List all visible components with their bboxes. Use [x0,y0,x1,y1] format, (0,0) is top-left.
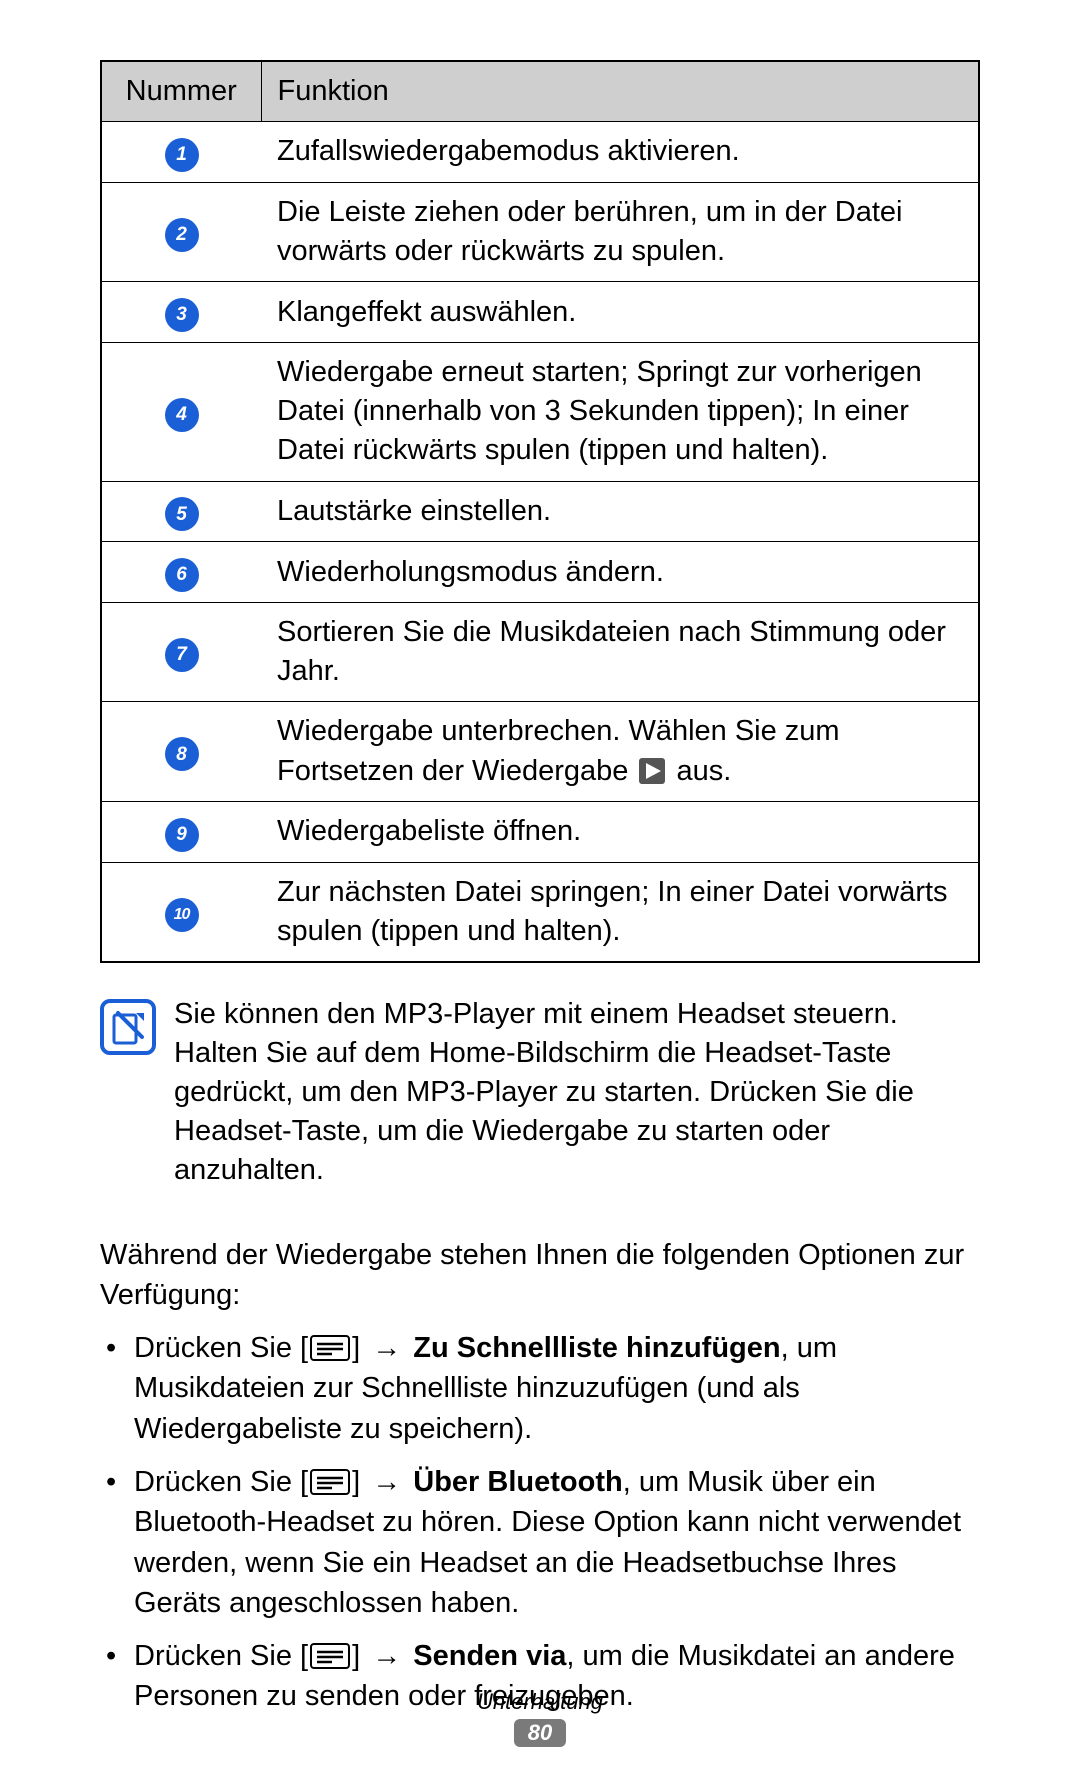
number-badge: 4 [165,398,199,432]
bracket-close: ] [352,1332,360,1364]
bullet-pre: Drücken Sie [ [134,1332,308,1364]
bullet-bold: Über Bluetooth [413,1466,622,1498]
note-block: Sie können den MP3-Player mit einem Head… [100,995,980,1191]
function-text: Wiedergabe erneut starten; Springt zur v… [261,343,979,481]
arrow: → [364,1640,409,1672]
number-badge: 9 [165,818,199,852]
function-text: Klangeffekt auswählen. [261,282,979,343]
table-row: 8 Wiedergabe unterbrechen. Wählen Sie zu… [101,702,979,801]
note-text: Sie können den MP3-Player mit einem Head… [174,995,980,1191]
page-footer: Unterhaltung 80 [0,1689,1080,1747]
function-text: Wiedergabe unterbrechen. Wählen Sie zum … [261,702,979,801]
options-list: Drücken Sie [] → Zu Schnellliste hinzufü… [100,1328,980,1717]
list-item: Drücken Sie [] → Zu Schnellliste hinzufü… [100,1328,980,1450]
function-text-pre: Wiedergabe unterbrechen. Wählen Sie zum … [277,715,840,786]
menu-icon [310,1469,350,1495]
bullet-bold: Zu Schnellliste hinzufügen [413,1332,780,1364]
header-function: Funktion [261,61,979,122]
options-intro: Während der Wiedergabe stehen Ihnen die … [100,1235,980,1316]
play-icon [638,757,666,785]
function-text: Wiedergabeliste öffnen. [261,801,979,862]
number-badge: 5 [165,497,199,531]
table-row: 6 Wiederholungsmodus ändern. [101,542,979,603]
arrow: → [364,1466,409,1498]
footer-section: Unterhaltung [0,1689,1080,1715]
menu-icon [310,1335,350,1361]
function-text: Lautstärke einstellen. [261,481,979,542]
function-table: Nummer Funktion 1 Zufallswiedergabemodus… [100,60,980,963]
number-badge: 7 [165,638,199,672]
bracket-close: ] [352,1640,360,1672]
page: Nummer Funktion 1 Zufallswiedergabemodus… [0,0,1080,1771]
arrow: → [364,1332,409,1364]
function-text: Wiederholungsmodus ändern. [261,542,979,603]
table-row: 10 Zur nächsten Datei springen; In einer… [101,862,979,962]
table-row: 5 Lautstärke einstellen. [101,481,979,542]
function-text: Die Leiste ziehen oder berühren, um in d… [261,182,979,281]
bullet-pre: Drücken Sie [ [134,1640,308,1672]
bracket-close: ] [352,1466,360,1498]
page-number: 80 [514,1719,566,1747]
function-text: Zufallswiedergabemodus aktivieren. [261,122,979,183]
list-item: Drücken Sie [] → Über Bluetooth, um Musi… [100,1462,980,1624]
table-header-row: Nummer Funktion [101,61,979,122]
header-number: Nummer [101,61,261,122]
function-text-post: aus. [668,755,731,787]
number-badge: 6 [165,558,199,592]
table-row: 7 Sortieren Sie die Musikdateien nach St… [101,603,979,702]
bullet-pre: Drücken Sie [ [134,1466,308,1498]
table-row: 2 Die Leiste ziehen oder berühren, um in… [101,182,979,281]
number-badge: 3 [165,298,199,332]
function-text: Sortieren Sie die Musikdateien nach Stim… [261,603,979,702]
number-badge: 8 [165,737,199,771]
table-row: 1 Zufallswiedergabemodus aktivieren. [101,122,979,183]
table-row: 3 Klangeffekt auswählen. [101,282,979,343]
bullet-bold: Senden via [413,1640,566,1672]
table-row: 4 Wiedergabe erneut starten; Springt zur… [101,343,979,481]
note-icon [100,999,156,1055]
function-text: Zur nächsten Datei springen; In einer Da… [261,862,979,962]
table-row: 9 Wiedergabeliste öffnen. [101,801,979,862]
number-badge: 1 [165,138,199,172]
number-badge: 2 [165,218,199,252]
number-badge: 10 [165,898,199,932]
menu-icon [310,1643,350,1669]
